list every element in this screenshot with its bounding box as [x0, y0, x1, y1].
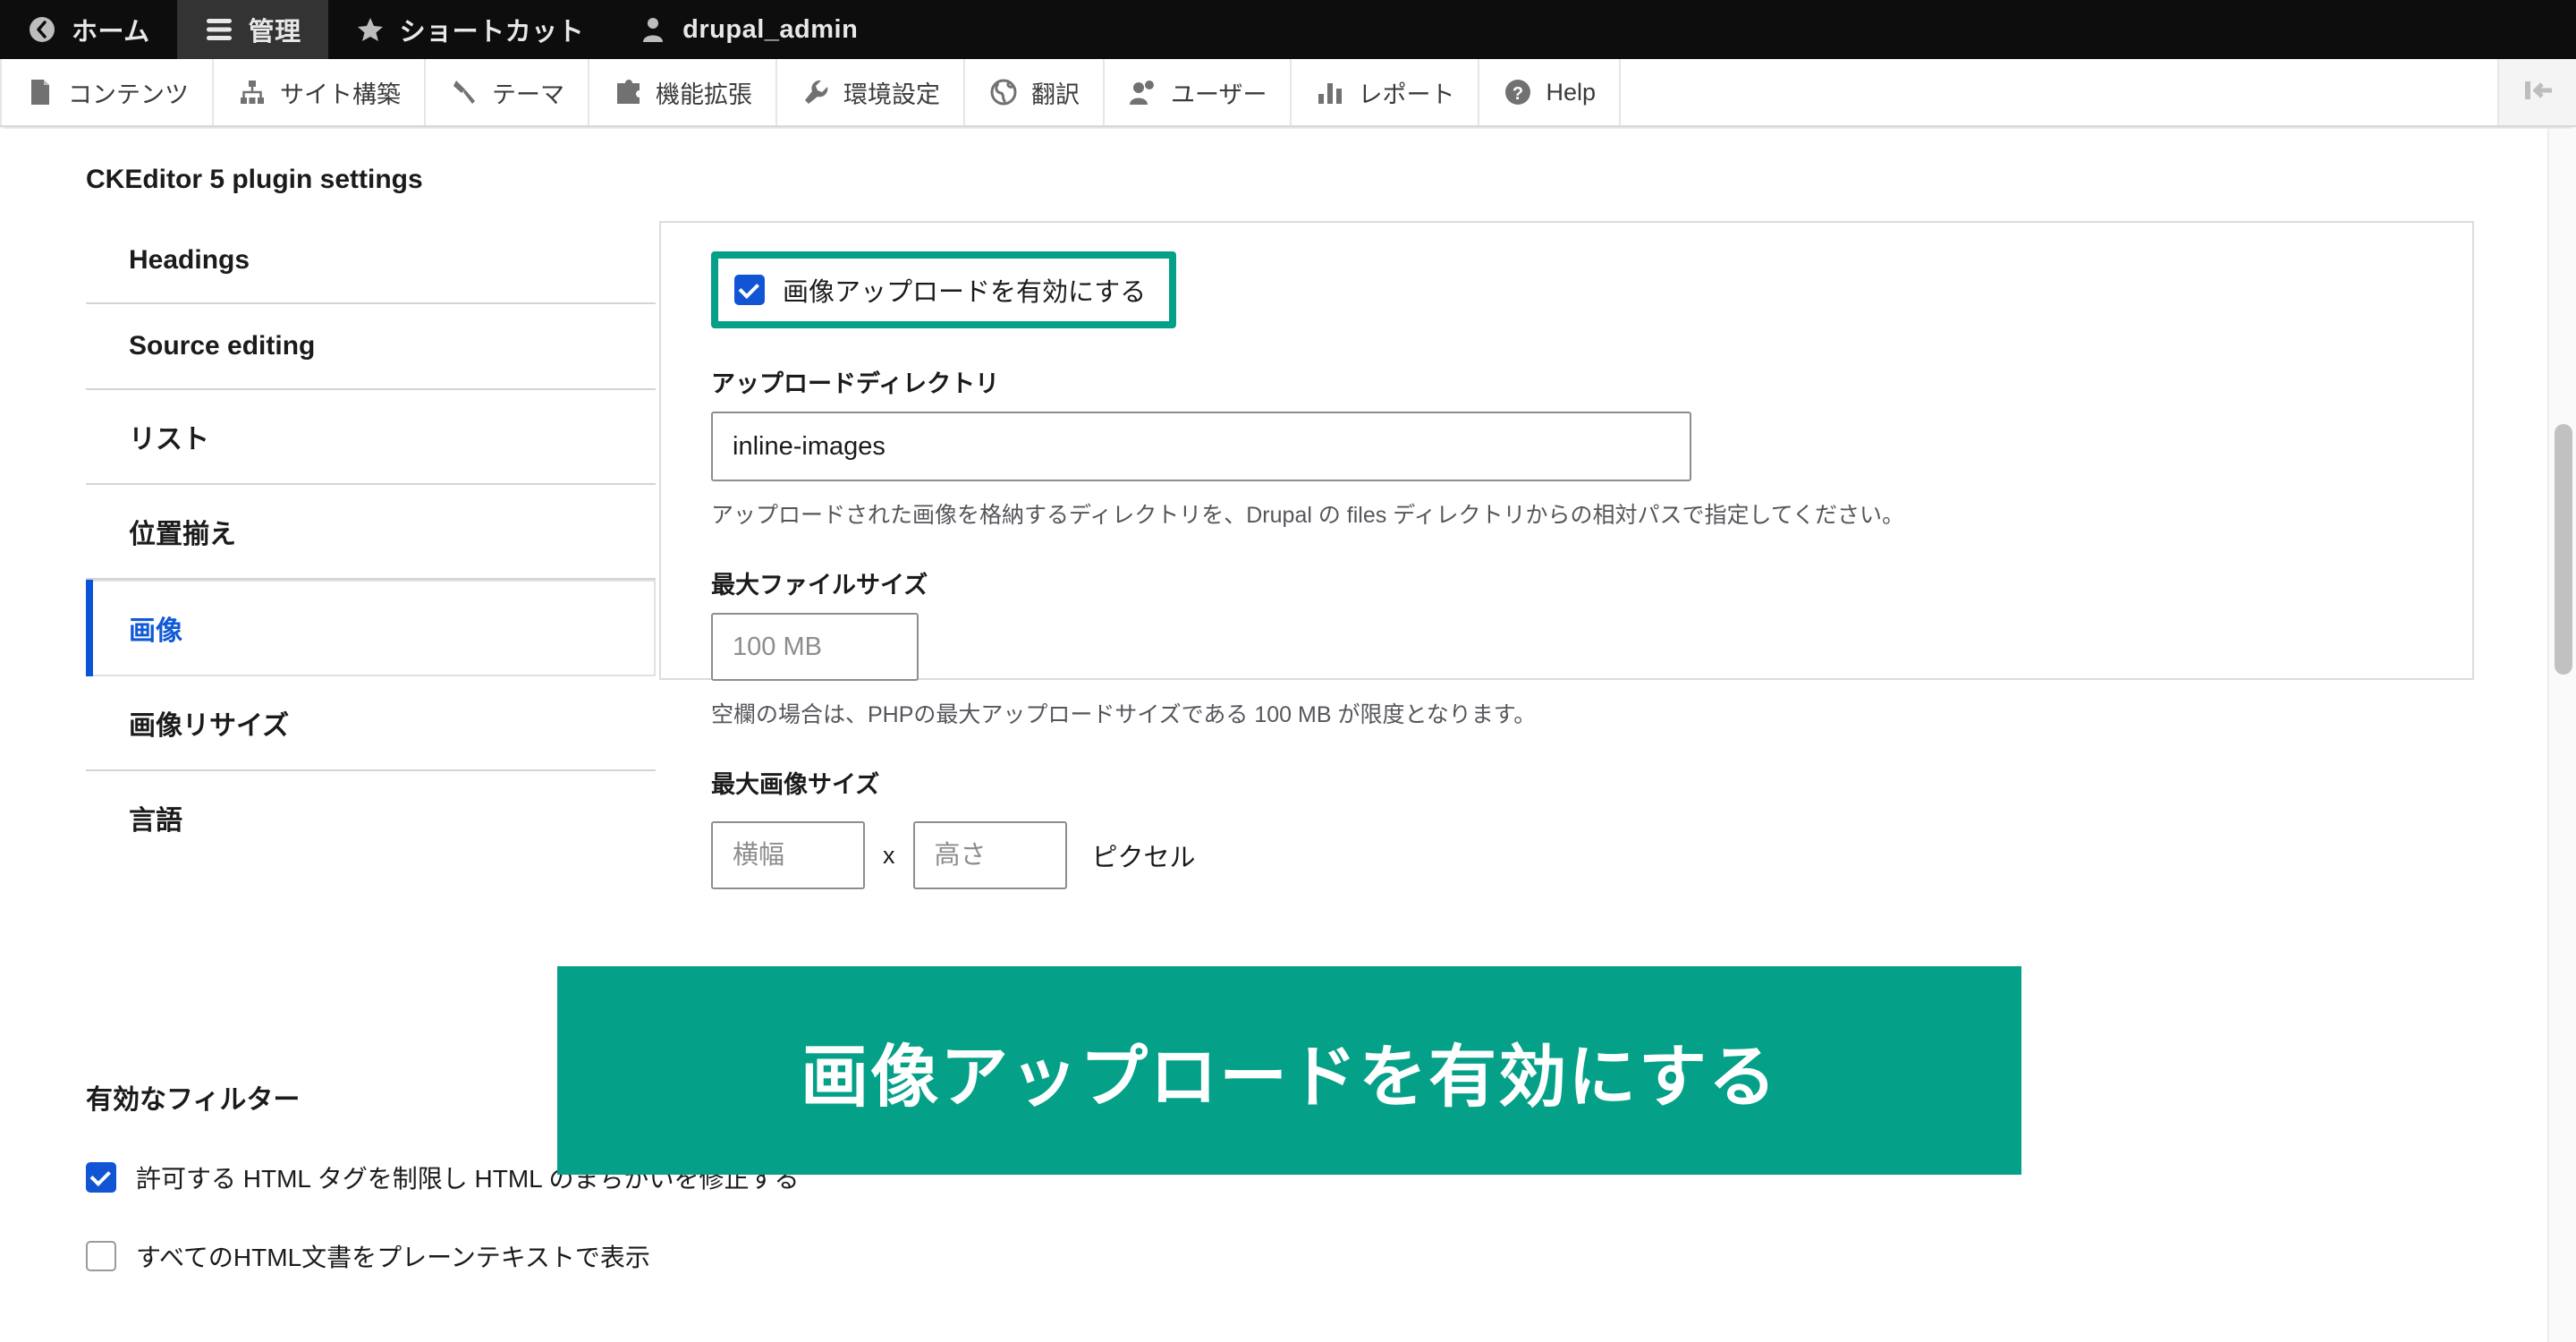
- sidebar-item-image-resize[interactable]: 画像リサイズ: [86, 676, 656, 771]
- sidebar-item-language-label: 言語: [129, 806, 182, 836]
- user-icon: [638, 14, 668, 45]
- menu-item-configuration[interactable]: 環境設定: [777, 59, 965, 125]
- sidebar-item-source-editing[interactable]: Source editing: [86, 304, 656, 390]
- question-circle-icon: ?: [1503, 77, 1533, 107]
- puzzle-icon: [613, 77, 643, 107]
- sidebar-item-language[interactable]: 言語: [86, 771, 656, 864]
- dimension-separator: x: [883, 841, 895, 869]
- filter-row-display-plaintext[interactable]: すべてのHTML文書をプレーンテキストで表示: [86, 1238, 799, 1274]
- collapse-toolbar-icon: [2520, 76, 2555, 109]
- max-image-width-input[interactable]: [711, 821, 865, 889]
- menu-item-content-label: コンテンツ: [68, 81, 189, 108]
- enable-image-upload-label: 画像アップロードを有効にする: [783, 278, 1147, 307]
- sidebar-item-alignment-label: 位置揃え: [129, 520, 236, 549]
- file-icon: [25, 77, 55, 107]
- menu-item-users-label: ユーザー: [1171, 81, 1267, 108]
- upload-directory-label: アップロードディレクトリ: [711, 370, 1000, 397]
- max-image-size-row: x ピクセル: [711, 821, 2422, 889]
- max-file-size-input[interactable]: [711, 613, 919, 681]
- menu-item-content[interactable]: コンテンツ: [0, 59, 214, 125]
- sitemap-icon: [237, 77, 267, 107]
- sidebar-item-headings-label: Headings: [129, 245, 250, 275]
- max-file-size-description: 空欄の場合は、PHPの最大アップロードサイズである 100 MB が限度となりま…: [711, 702, 1537, 727]
- wrench-icon: [801, 77, 831, 107]
- sidebar-item-headings[interactable]: Headings: [86, 218, 656, 304]
- upload-directory-description: アップロードされた画像を格納するディレクトリを、Drupal の files デ…: [711, 503, 1904, 528]
- sidebar-item-list[interactable]: リスト: [86, 390, 656, 485]
- menu-item-help-label: Help: [1546, 78, 1596, 106]
- sidebar-item-source-editing-label: Source editing: [129, 331, 316, 361]
- admin-toolbar: ホーム 管理 ショートカット drupal_admin: [0, 0, 2576, 59]
- collapse-toolbar-button[interactable]: [2499, 59, 2576, 125]
- image-settings-panel: 画像アップロードを有効にする アップロードディレクトリ アップロードされた画像を…: [659, 221, 2474, 889]
- sidebar-item-alignment[interactable]: 位置揃え: [86, 485, 656, 580]
- filter-limit-html-checkbox[interactable]: [86, 1162, 116, 1193]
- hamburger-icon: [204, 14, 234, 45]
- menu-item-reports[interactable]: レポート: [1292, 59, 1480, 125]
- filter-display-plaintext-label: すべてのHTML文書をプレーンテキストで表示: [136, 1244, 650, 1271]
- svg-text:?: ?: [1513, 84, 1523, 104]
- enable-upload-row[interactable]: 画像アップロードを有効にする: [734, 271, 1146, 309]
- sidebar-item-image-resize-label: 画像リサイズ: [129, 711, 290, 741]
- max-image-size-label: 最大画像サイズ: [711, 771, 880, 798]
- callout-banner: 画像アップロードを有効にする: [557, 966, 2021, 1175]
- toolbar-item-home[interactable]: ホーム: [0, 0, 177, 59]
- menu-item-users[interactable]: ユーザー: [1105, 59, 1292, 125]
- menu-item-translate-label: 翻訳: [1031, 81, 1080, 108]
- menu-item-appearance-label: テーマ: [492, 81, 564, 108]
- toolbar-item-user-label: drupal_admin: [682, 14, 859, 44]
- filter-display-plaintext-checkbox[interactable]: [86, 1241, 116, 1271]
- back-circle-icon: [27, 14, 57, 45]
- menu-item-translate[interactable]: 翻訳: [965, 59, 1105, 125]
- toolbar-item-shortcuts-label: ショートカット: [399, 18, 585, 47]
- page-scrollbar-thumb[interactable]: [2555, 424, 2572, 675]
- people-icon: [1128, 77, 1158, 107]
- sidebar-item-list-label: リスト: [129, 425, 209, 454]
- menu-item-extend-label: 機能拡張: [656, 81, 752, 108]
- bar-chart-icon: [1315, 77, 1345, 107]
- enable-image-upload-checkbox[interactable]: [734, 275, 765, 305]
- toolbar-item-manage[interactable]: 管理: [176, 0, 328, 59]
- upload-directory-input[interactable]: [711, 412, 1691, 481]
- menu-item-appearance[interactable]: テーマ: [426, 59, 589, 125]
- menu-bar-spacer: [1621, 59, 2499, 125]
- page-title: CKEditor 5 plugin settings: [86, 165, 423, 194]
- max-file-size-label: 最大ファイルサイズ: [711, 572, 928, 599]
- admin-menu-bar: コンテンツ サイト構築 テーマ 機能拡張 環境設定 翻訳 ユーザー レポート ?…: [0, 59, 2576, 127]
- menu-item-structure-label: サイト構築: [280, 81, 401, 108]
- toolbar-item-user[interactable]: drupal_admin: [611, 0, 885, 59]
- sidebar-item-image[interactable]: 画像: [93, 580, 656, 676]
- star-icon: [355, 14, 386, 45]
- menu-item-help[interactable]: ? Help: [1479, 59, 1621, 125]
- sidebar-item-image-label: 画像: [129, 616, 182, 646]
- toolbar-item-manage-label: 管理: [248, 18, 301, 47]
- menu-item-extend[interactable]: 機能拡張: [589, 59, 777, 125]
- brush-icon: [449, 77, 479, 107]
- menu-item-reports-label: レポート: [1358, 81, 1455, 108]
- callout-banner-text: 画像アップロードを有効にする: [801, 1039, 1778, 1116]
- dimension-unit-label: ピクセル: [1091, 844, 1196, 872]
- toolbar-item-shortcuts[interactable]: ショートカット: [328, 0, 612, 59]
- page-scrollbar[interactable]: [2547, 129, 2576, 1342]
- toolbar-item-home-label: ホーム: [72, 18, 150, 47]
- globe-icon: [988, 77, 1019, 107]
- max-image-height-input[interactable]: [912, 821, 1067, 889]
- menu-item-configuration-label: 環境設定: [843, 81, 940, 108]
- enable-upload-highlight: 画像アップロードを有効にする: [711, 251, 1177, 328]
- vertical-tabs: Headings Source editing リスト 位置揃え 画像 画像リサ…: [86, 218, 656, 864]
- menu-item-structure[interactable]: サイト構築: [214, 59, 426, 125]
